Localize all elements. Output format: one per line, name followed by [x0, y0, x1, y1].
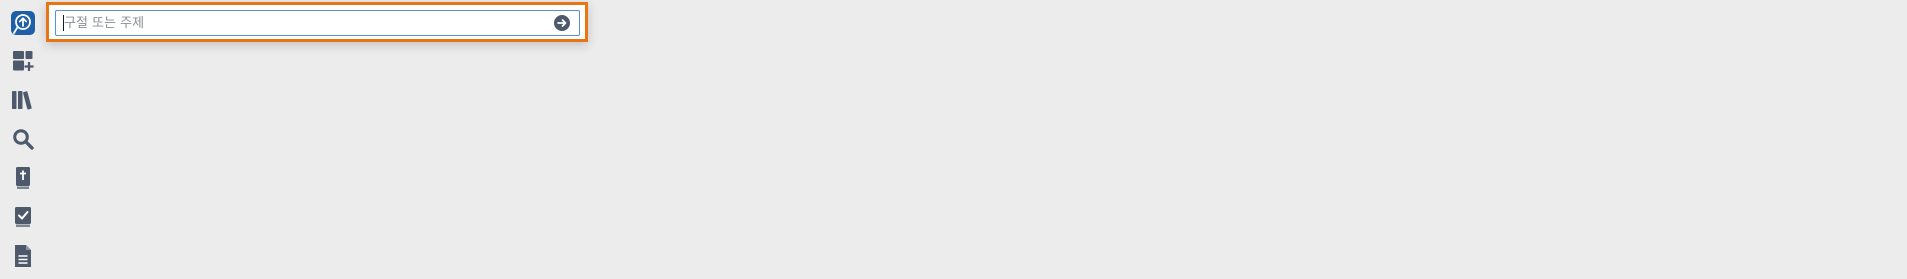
- search-field[interactable]: [55, 10, 580, 36]
- dashboard-add-icon[interactable]: [8, 46, 38, 76]
- document-icon[interactable]: [8, 241, 38, 271]
- search-input[interactable]: [64, 11, 534, 35]
- reading-plan-icon[interactable]: [8, 202, 38, 232]
- search-popover: [46, 2, 588, 42]
- bible-icon[interactable]: [8, 163, 38, 193]
- arrow-right-circle-icon: [557, 19, 567, 27]
- go-button[interactable]: [554, 15, 570, 31]
- search-icon[interactable]: [8, 124, 38, 154]
- logo-app-icon[interactable]: [8, 8, 38, 38]
- library-icon[interactable]: [8, 85, 38, 115]
- sidebar: [0, 0, 44, 279]
